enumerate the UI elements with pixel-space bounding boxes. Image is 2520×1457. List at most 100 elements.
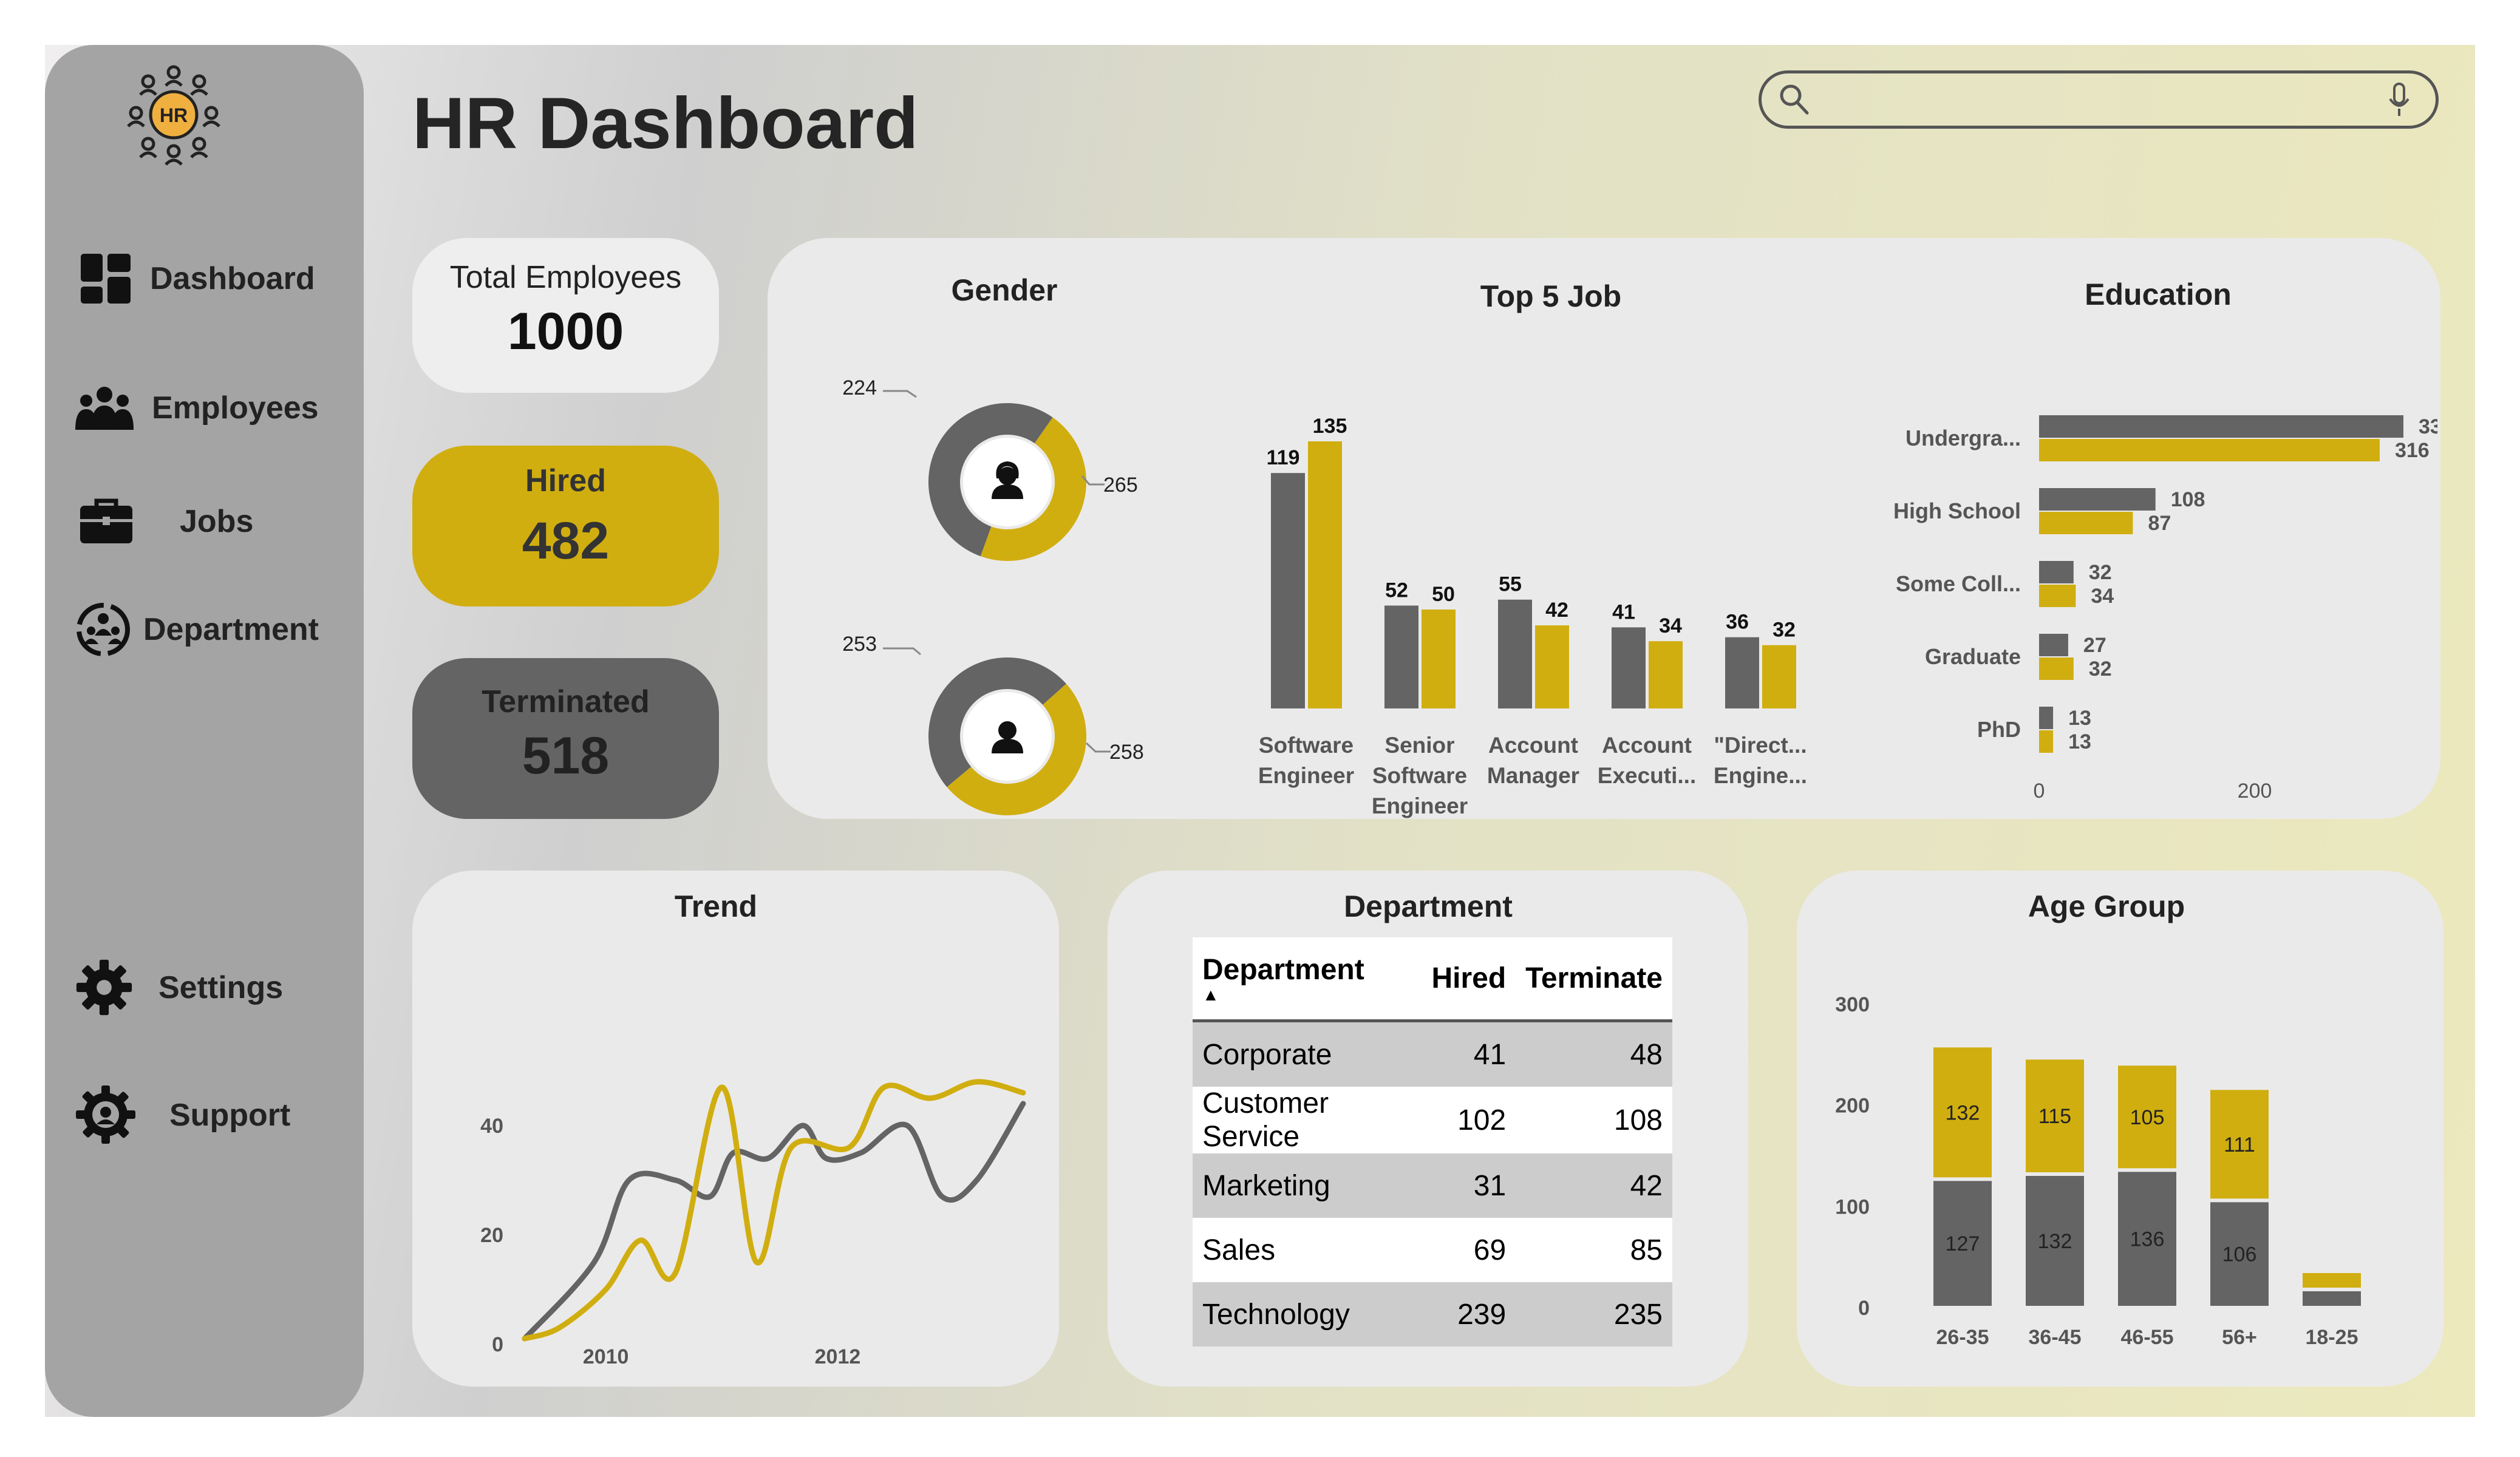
- logo-text: HR: [160, 104, 188, 126]
- education-bar[interactable]: [2039, 634, 2068, 656]
- support-icon: [76, 1085, 135, 1144]
- education-bar[interactable]: [2039, 707, 2054, 729]
- age-bar-label: 105: [2130, 1106, 2165, 1129]
- search-icon[interactable]: [1779, 83, 1810, 116]
- job-bar[interactable]: [1498, 599, 1532, 708]
- table-row[interactable]: Customer Service 102 108: [1193, 1087, 1672, 1153]
- job-bar[interactable]: [1649, 641, 1683, 708]
- nav-employees-label: Employees: [152, 390, 319, 426]
- gender-slice-label: 258: [1109, 741, 1144, 764]
- cell-hired: 239: [1422, 1282, 1516, 1347]
- job-bar[interactable]: [1762, 645, 1796, 708]
- column-header-hired[interactable]: Hired: [1422, 937, 1516, 1021]
- education-bar[interactable]: [2039, 730, 2054, 753]
- table-row[interactable]: Technology 239 235: [1193, 1282, 1672, 1347]
- education-bar-label: 108: [2171, 488, 2205, 511]
- column-header-terminate[interactable]: Terminate: [1516, 937, 1672, 1021]
- leader-line: [1085, 742, 1111, 753]
- job-bar[interactable]: [1535, 625, 1569, 708]
- nav-support[interactable]: Support: [72, 1083, 290, 1147]
- nav-jobs[interactable]: Jobs: [78, 497, 253, 546]
- trend-y-tick: 20: [480, 1224, 503, 1247]
- education-bar-label: 27: [2083, 634, 2106, 657]
- column-header-department[interactable]: Department ▲: [1193, 937, 1422, 1021]
- microphone-icon[interactable]: [2387, 82, 2411, 118]
- job-category-label: Engine...: [1714, 763, 1807, 788]
- table-row[interactable]: Marketing 31 42: [1193, 1153, 1672, 1218]
- age-y-tick: 300: [1835, 993, 1870, 1016]
- nav-department[interactable]: Department: [74, 600, 319, 659]
- total-employees-value: 1000: [507, 302, 624, 361]
- age-bar-segment[interactable]: [2303, 1273, 2361, 1288]
- education-bar[interactable]: [2039, 585, 2076, 607]
- table-row[interactable]: Corporate 41 48: [1193, 1021, 1672, 1087]
- hired-label: Hired: [525, 463, 606, 498]
- job-bar[interactable]: [1612, 627, 1646, 708]
- hr-logo-icon: HR: [127, 65, 220, 166]
- total-employees-label: Total Employees: [449, 260, 682, 295]
- table-header-row: Department ▲ Hired Terminate: [1193, 937, 1672, 1021]
- education-bar-label: 34: [2091, 585, 2114, 608]
- education-bar-label: 338: [2419, 415, 2437, 438]
- job-bar[interactable]: [1422, 610, 1456, 708]
- job-category-label: Engineer: [1372, 793, 1468, 818]
- nav-dashboard-label: Dashboard: [150, 261, 315, 296]
- dashboard-canvas: HR Dashboard Employees Jobs Department S…: [45, 45, 2475, 1417]
- trend-line[interactable]: [522, 1079, 1026, 1342]
- nav-dashboard[interactable]: Dashboard: [78, 251, 315, 306]
- gear-icon: [76, 959, 132, 1016]
- search-bar[interactable]: [1759, 70, 2439, 129]
- education-bar[interactable]: [2039, 439, 2380, 461]
- age-category-label: 46-55: [2121, 1326, 2174, 1349]
- education-bar-label: 87: [2148, 512, 2171, 535]
- education-bar[interactable]: [2039, 512, 2133, 534]
- education-category-label: Undergra...: [1905, 426, 2021, 450]
- job-bar[interactable]: [1271, 473, 1305, 708]
- education-bar-label: 13: [2068, 707, 2091, 730]
- age-bar-label: 106: [2222, 1243, 2257, 1266]
- nav-settings[interactable]: Settings: [75, 959, 283, 1016]
- nav-employees[interactable]: Employees: [74, 384, 319, 432]
- cell-terminate: 108: [1516, 1087, 1672, 1153]
- education-bar[interactable]: [2039, 488, 2156, 511]
- job-bar-label: 55: [1499, 573, 1522, 596]
- page-title: HR Dashboard: [412, 83, 919, 164]
- job-category-label: Executi...: [1598, 763, 1696, 788]
- cell-terminate: 42: [1516, 1153, 1672, 1218]
- terminated-value: 518: [522, 727, 610, 785]
- job-bar-label: 50: [1432, 583, 1455, 606]
- job-bar-label: 36: [1726, 611, 1749, 634]
- leader-line: [883, 390, 917, 398]
- department-table: Department ▲ Hired Terminate Corporate 4…: [1193, 937, 1672, 1347]
- age-bar-label: 132: [2038, 1230, 2072, 1253]
- nav-support-label: Support: [169, 1097, 291, 1133]
- age-bar-label: 111: [2224, 1133, 2255, 1156]
- education-bar[interactable]: [2039, 657, 2074, 680]
- job-bar[interactable]: [1725, 637, 1759, 708]
- cell-department: Marketing: [1193, 1153, 1422, 1218]
- job-bar[interactable]: [1384, 605, 1418, 708]
- age-bar-segment[interactable]: [2303, 1291, 2361, 1306]
- table-row[interactable]: Sales 69 85: [1193, 1218, 1672, 1282]
- nav-settings-label: Settings: [158, 970, 284, 1005]
- education-category-label: Some Coll...: [1896, 571, 2021, 596]
- cell-hired: 31: [1422, 1153, 1516, 1218]
- total-employees-card: Total Employees 1000: [412, 238, 719, 393]
- job-category-label: Account: [1602, 733, 1692, 758]
- age-y-tick: 0: [1858, 1297, 1870, 1320]
- education-bar[interactable]: [2039, 415, 2403, 438]
- cell-terminate: 85: [1516, 1218, 1672, 1282]
- education-bar[interactable]: [2039, 561, 2074, 583]
- age-y-tick: 200: [1835, 1095, 1870, 1118]
- education-bar-label: 32: [2089, 561, 2112, 584]
- search-input[interactable]: [1822, 80, 2359, 123]
- job-category-label: Engineer: [1258, 763, 1354, 788]
- job-bar-label: 135: [1313, 415, 1347, 438]
- job-bar-label: 34: [1659, 614, 1682, 637]
- age-bar-label: 136: [2130, 1228, 2165, 1251]
- cell-hired: 69: [1422, 1218, 1516, 1282]
- education-bar-label: 13: [2068, 730, 2091, 753]
- age-category-label: 56+: [2222, 1326, 2257, 1349]
- job-bar[interactable]: [1308, 441, 1342, 708]
- job-category-label: "Direct...: [1714, 733, 1807, 758]
